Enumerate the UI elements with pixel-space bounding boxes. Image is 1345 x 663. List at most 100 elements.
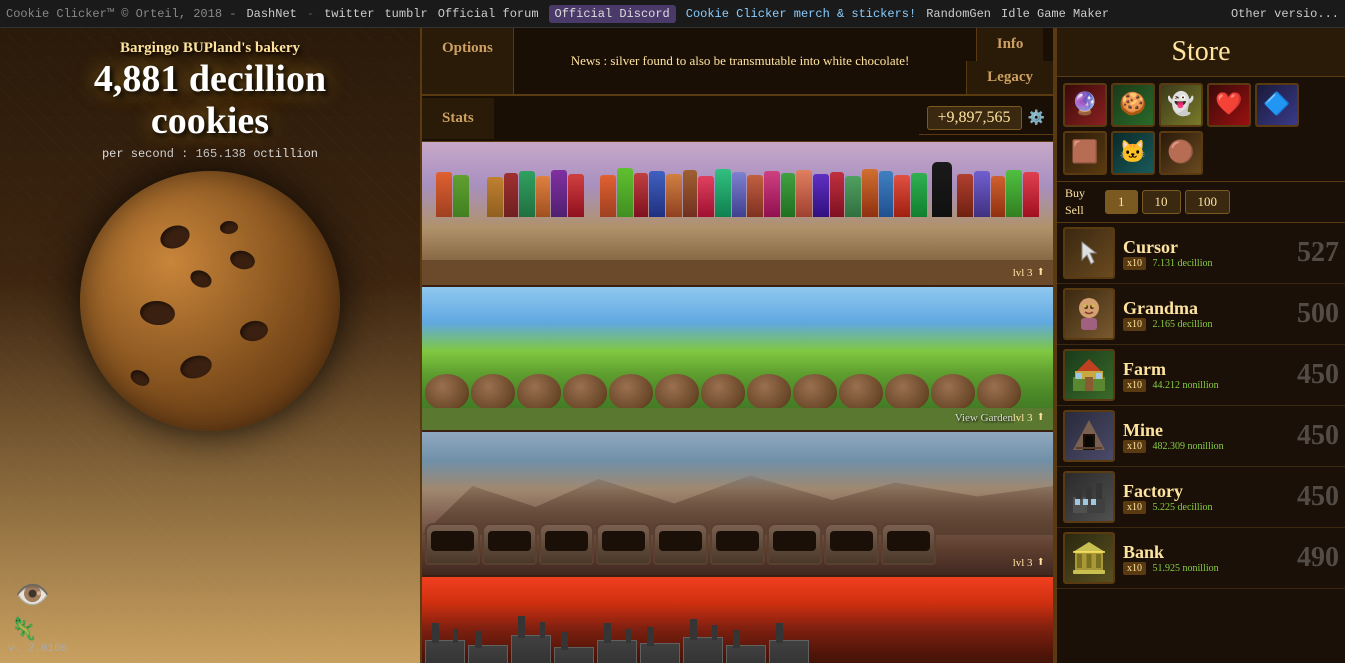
info-button[interactable]: Info — [976, 28, 1044, 61]
buy-label: Buy — [1065, 186, 1095, 201]
crowd-figure — [568, 174, 584, 217]
creature-icon: 🦎 — [10, 617, 37, 643]
store-item-grandma[interactable]: Grandma x10 2.165 decillion 500 — [1057, 284, 1345, 345]
crowd-figure — [617, 168, 633, 217]
crowd-figure — [487, 177, 503, 217]
eye-icon: 👁️ — [15, 578, 50, 613]
cursors-building[interactable]: lvl 3 ⬆ — [422, 142, 1053, 287]
cookie-bar: +9,897,565 ⚙️ — [919, 102, 1053, 135]
mine-background — [422, 432, 1053, 575]
factory-struct — [511, 635, 551, 663]
crowd-figure — [436, 172, 452, 217]
store-item-mine[interactable]: Mine x10 482.309 nonillion 450 — [1057, 406, 1345, 467]
farm-building[interactable]: View Garden lvl 3 ⬆ — [422, 287, 1053, 432]
mine-store-icon — [1063, 410, 1115, 462]
upgrade-item-8[interactable]: 🟤 — [1159, 131, 1203, 175]
crowd-figure — [1023, 172, 1039, 217]
crowd-figure — [957, 174, 973, 217]
farm-object — [425, 374, 469, 410]
factory-count: 450 — [1297, 481, 1339, 513]
cookie-count: 4,881 decillion cookies — [94, 59, 326, 143]
mine-count: 450 — [1297, 420, 1339, 452]
qty-1-button[interactable]: 1 — [1105, 190, 1138, 214]
store-item-cursor[interactable]: Cursor x10 7.131 decillion 527 — [1057, 223, 1345, 284]
version-label: v. 2.0106 — [8, 643, 67, 655]
legacy-button[interactable]: Legacy — [966, 61, 1053, 94]
farm-object — [517, 374, 561, 410]
crowd-figure — [585, 172, 599, 217]
discord-link[interactable]: Official Discord — [549, 5, 676, 23]
crowd-figure — [879, 171, 893, 217]
crowd-figure — [991, 176, 1005, 217]
qty-10-button[interactable]: 10 — [1142, 190, 1181, 214]
upgrade-item-5[interactable]: 🔷 — [1255, 83, 1299, 127]
mine-entrance — [425, 523, 480, 565]
factory-struct — [468, 645, 508, 663]
cursors-level: lvl 3 ⬆ — [1013, 264, 1045, 281]
crowd-figure — [862, 169, 878, 217]
crowd-figure — [894, 175, 910, 217]
farm-object — [655, 374, 699, 410]
qty-100-button[interactable]: 100 — [1185, 190, 1231, 214]
farm-x10: x10 — [1123, 379, 1146, 392]
upgrade-item-1[interactable]: 🔮 — [1063, 83, 1107, 127]
merch-link[interactable]: Cookie Clicker merch & stickers! — [686, 7, 916, 21]
upgrade-item-7[interactable]: 🐱 — [1111, 131, 1155, 175]
reaper-figure — [932, 162, 952, 217]
crowd-figure — [683, 170, 697, 217]
idlegame-link[interactable]: Idle Game Maker — [1001, 7, 1109, 21]
grandma-x10: x10 — [1123, 318, 1146, 331]
news-ticker: News : silver found to also be transmuta… — [514, 28, 966, 94]
info-legacy-container: Info Legacy — [966, 28, 1053, 94]
crowd-figure — [551, 170, 567, 217]
mine-entrance — [881, 523, 936, 565]
grandma-count: 500 — [1297, 298, 1339, 330]
store-item-farm[interactable]: Farm x10 44.212 nonillion 450 — [1057, 345, 1345, 406]
other-version-label: Other versio... — [1231, 7, 1339, 21]
factory-struct — [425, 640, 465, 663]
upgrade-item-4[interactable]: ❤️ — [1207, 83, 1251, 127]
factory-building[interactable]: M 3 ⬆ — [422, 577, 1053, 663]
mine-entrance — [824, 523, 879, 565]
main-cookie[interactable] — [80, 171, 340, 431]
left-panel: Bargingo BUPland's bakery 4,881 decillio… — [0, 28, 420, 663]
randomgen-link[interactable]: RandomGen — [926, 7, 991, 21]
crowd-background — [422, 142, 1053, 285]
crowd-figure — [974, 171, 990, 217]
dashnet-link[interactable]: DashNet — [246, 7, 296, 21]
upgrade-item-3[interactable]: 👻 — [1159, 83, 1203, 127]
crowd-figure — [600, 175, 616, 217]
cookies-per-second: per second : 165.138 octillion — [102, 147, 318, 161]
tumblr-link[interactable]: tumblr — [384, 7, 427, 21]
store-item-factory[interactable]: Factory x10 5.225 decillion 450 — [1057, 467, 1345, 528]
cookie-bar-count: +9,897,565 — [927, 106, 1022, 130]
upgrade-item-2[interactable]: 🍪 — [1111, 83, 1155, 127]
cursors-upgrade-arrow[interactable]: ⬆ — [1037, 264, 1045, 281]
mine-level: lvl 3 ⬆ — [1013, 554, 1045, 571]
mine-entrance — [767, 523, 822, 565]
mine-upgrade-arrow[interactable]: ⬆ — [1037, 554, 1045, 571]
cursor-icon — [1063, 227, 1115, 279]
farm-icon — [1063, 349, 1115, 401]
cookie-circle[interactable] — [80, 171, 340, 431]
crowd-figure — [453, 175, 469, 217]
crowd-figure — [781, 173, 795, 217]
options-button[interactable]: Options — [422, 28, 514, 94]
mine-building[interactable]: lvl 3 ⬆ — [422, 432, 1053, 577]
farm-object — [839, 374, 883, 410]
factory-struct — [726, 645, 766, 663]
store-items-list: Cursor x10 7.131 decillion 527 — [1057, 223, 1345, 663]
crowd-figure — [536, 176, 550, 217]
farm-object — [609, 374, 653, 410]
twitter-link[interactable]: twitter — [324, 7, 374, 21]
crowd-figure — [732, 172, 746, 217]
stats-button[interactable]: Stats — [422, 98, 494, 139]
bank-icon — [1063, 532, 1115, 584]
sell-label: Sell — [1065, 203, 1095, 218]
upgrade-item-6[interactable]: 🟫 — [1063, 131, 1107, 175]
upgrades-row: 🔮 🍪 👻 ❤️ 🔷 🟫 🐱 🟤 — [1057, 77, 1345, 182]
crowd-figure — [504, 173, 518, 217]
farm-upgrade-arrow[interactable]: ⬆ — [1037, 409, 1045, 426]
store-item-bank[interactable]: Bank x10 51.925 nonillion 490 — [1057, 528, 1345, 589]
forum-link[interactable]: Official forum — [438, 7, 539, 21]
